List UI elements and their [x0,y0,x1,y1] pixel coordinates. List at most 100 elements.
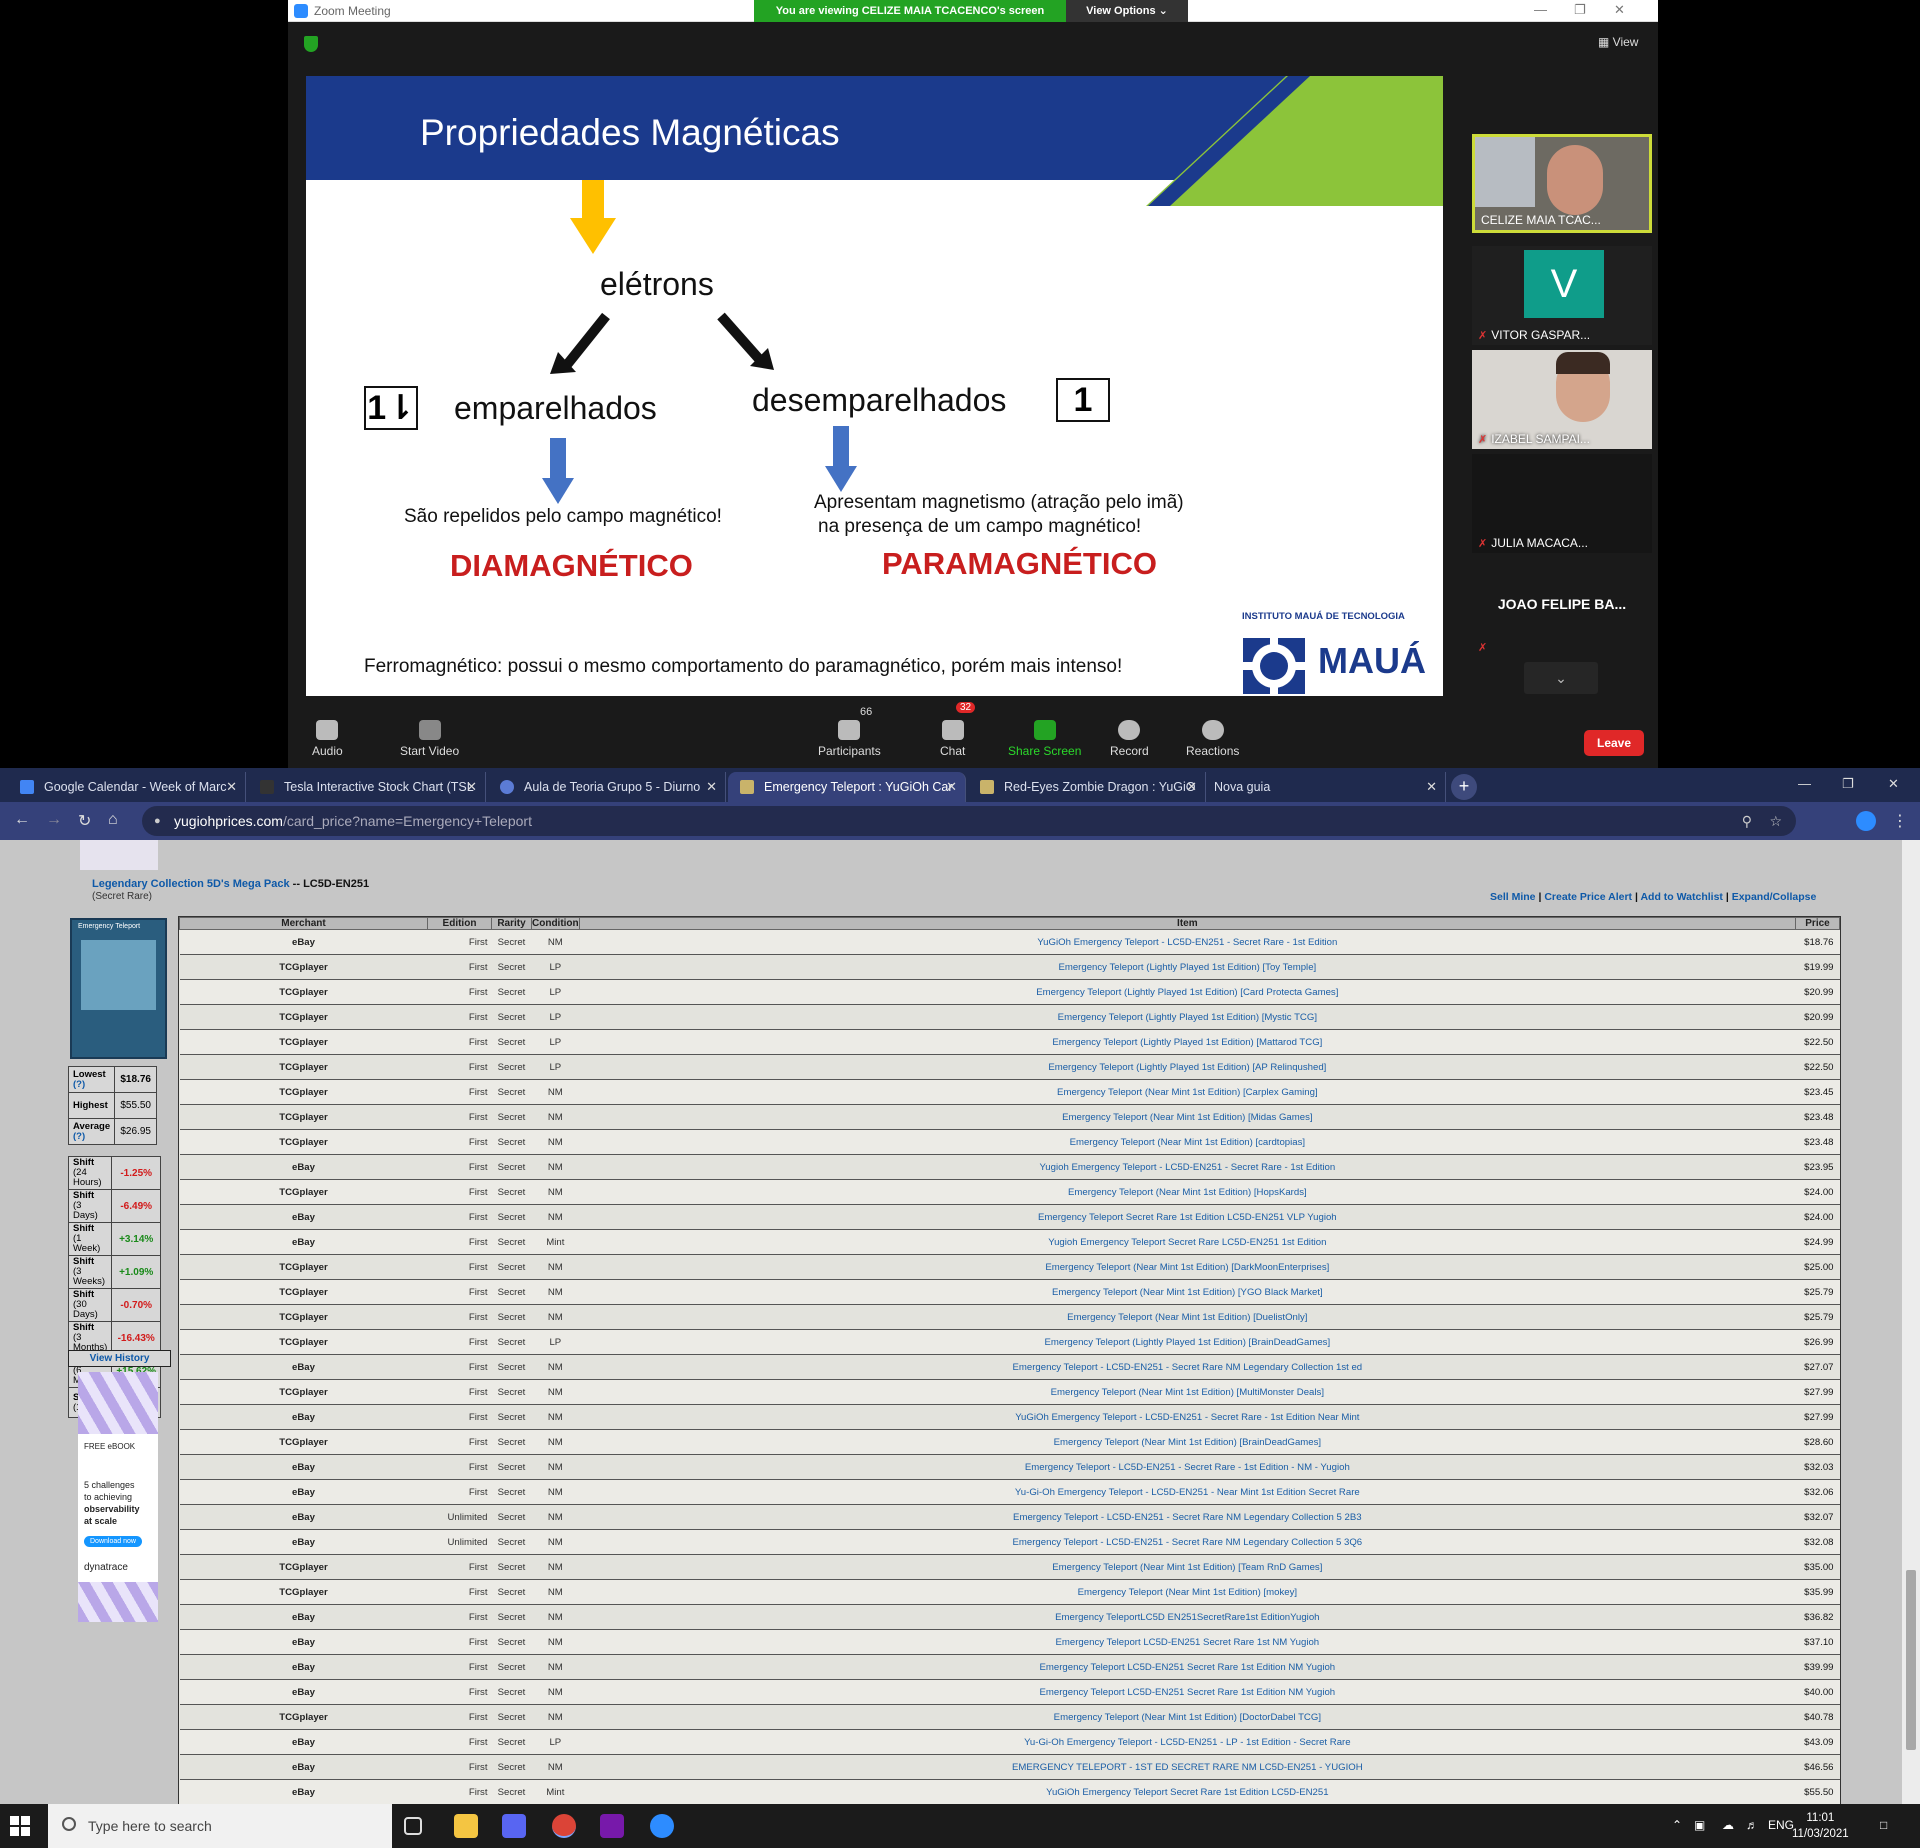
discord-icon[interactable] [502,1814,526,1838]
chrome-minimize-icon[interactable]: — [1798,776,1811,791]
participant-tile-active[interactable]: CELIZE MAIA TCAC... [1472,134,1652,233]
encryption-shield-icon[interactable] [304,36,318,52]
scroll-down-chevron-icon[interactable]: ⌄ [1524,662,1598,694]
profile-avatar[interactable] [1856,811,1876,831]
close-icon[interactable]: ✕ [1614,2,1625,18]
edition-header[interactable]: Edition [427,917,492,930]
merchant-header[interactable]: Merchant [179,917,428,930]
chat-button[interactable]: Chat [940,720,965,758]
item-link[interactable]: Emergency Teleport (Lightly Played 1st E… [579,979,1796,1005]
item-link[interactable]: Emergency Teleport (Near Mint 1st Editio… [579,1579,1796,1605]
forward-arrow-icon[interactable]: → [46,811,62,829]
reload-icon[interactable]: ↻ [78,811,91,831]
participant-tile[interactable]: V ✗ VITOR GASPAR... [1472,246,1652,345]
help-link[interactable]: (?) [73,1079,85,1090]
minimize-icon[interactable]: — [1534,2,1547,17]
item-link[interactable]: Emergency Teleport (Near Mint 1st Editio… [579,1429,1796,1455]
chrome-close-icon[interactable]: ✕ [1888,776,1899,792]
share-screen-button[interactable]: Share Screen [1008,720,1081,758]
expand-collapse-link[interactable]: Expand/Collapse [1732,891,1817,903]
reactions-button[interactable]: Reactions [1186,720,1239,758]
item-link[interactable]: Yu-Gi-Oh Emergency Teleport - LC5D-EN251… [579,1479,1796,1505]
zoom-magnifier-icon[interactable]: ⚲ [1742,806,1752,836]
audio-button[interactable]: Audio [312,720,343,758]
item-link[interactable]: Emergency Teleport (Near Mint 1st Editio… [579,1104,1796,1130]
tab-close-icon[interactable]: ✕ [1426,772,1437,802]
tab-google-calendar[interactable]: Google Calendar - Week of Marc ✕ [8,772,246,802]
item-link[interactable]: Yugioh Emergency Teleport Secret Rare LC… [579,1229,1796,1255]
item-link[interactable]: Yugioh Emergency Teleport - LC5D-EN251 -… [579,1154,1796,1180]
help-link[interactable]: (?) [73,1131,85,1142]
item-link[interactable]: YuGiOh Emergency Teleport - LC5D-EN251 -… [579,929,1796,955]
chrome-taskbar-icon[interactable] [552,1814,576,1838]
item-link[interactable]: Emergency Teleport (Near Mint 1st Editio… [579,1129,1796,1155]
participant-tile[interactable]: JOAO FELIPE BA... ✗ [1472,558,1652,657]
home-icon[interactable]: ⌂ [108,811,118,829]
pack-link[interactable]: Legendary Collection 5D's Mega Pack -- L… [92,878,369,890]
new-tab-plus-icon[interactable]: + [1451,774,1477,800]
chrome-restore-icon[interactable]: ❐ [1842,776,1854,792]
item-link[interactable]: Emergency TeleportLC5D EN251SecretRare1s… [579,1604,1796,1630]
tab-close-icon[interactable]: ✕ [1186,772,1197,802]
create-price-alert-link[interactable]: Create Price Alert [1544,891,1632,903]
item-link[interactable]: Emergency Teleport Secret Rare 1st Editi… [579,1204,1796,1230]
view-history-link[interactable]: View History [68,1350,171,1367]
price-header[interactable]: Price [1795,917,1840,930]
item-link[interactable]: YuGiOh Emergency Teleport Secret Rare 1s… [579,1779,1796,1804]
network-icon[interactable]: ▣ [1694,1818,1705,1832]
start-video-button[interactable]: Start Video [400,720,459,758]
item-link[interactable]: Emergency Teleport LC5D-EN251 Secret Rar… [579,1679,1796,1705]
ad-download-button[interactable]: Download now [84,1536,142,1547]
tab-aula-teoria[interactable]: Aula de Teoria Grupo 5 - Diurno ✕ [488,772,726,802]
bookmark-star-icon[interactable]: ☆ [1769,806,1782,836]
sell-mine-link[interactable]: Sell Mine [1490,891,1536,903]
item-link[interactable]: Emergency Teleport - LC5D-EN251 - Secret… [579,1529,1796,1555]
back-arrow-icon[interactable]: ← [14,811,30,829]
tray-chevron-icon[interactable]: ⌃ [1672,1818,1682,1832]
item-link[interactable]: Emergency Teleport (Near Mint 1st Editio… [579,1254,1796,1280]
leave-button[interactable]: Leave [1584,730,1644,756]
item-link[interactable]: Emergency Teleport (Lightly Played 1st E… [579,1329,1796,1355]
participants-button[interactable]: Participants [818,720,881,758]
add-to-watchlist-link[interactable]: Add to Watchlist [1640,891,1722,903]
scroll-thumb[interactable] [1906,1570,1916,1750]
item-link[interactable]: Yu-Gi-Oh Emergency Teleport - LC5D-EN251… [579,1729,1796,1755]
view-options-button[interactable]: View Options ⌄ [1066,0,1188,22]
participant-tile[interactable]: ✗ IZABEL SAMPAI... [1472,350,1652,449]
tab-close-icon[interactable]: ✕ [226,772,237,802]
ad-banner[interactable]: FREE eBOOK 5 challenges to achieving obs… [78,1372,158,1622]
volume-icon[interactable]: ♬ [1746,1818,1758,1832]
item-link[interactable]: Emergency Teleport (Near Mint 1st Editio… [579,1379,1796,1405]
task-view-icon[interactable] [404,1817,422,1835]
item-link[interactable]: Emergency Teleport - LC5D-EN251 - Secret… [579,1454,1796,1480]
pack-name[interactable]: Legendary Collection 5D's Mega Pack [92,878,290,890]
address-bar[interactable]: ● yugiohprices.com/card_price?name=Emerg… [142,806,1796,836]
page-scrollbar[interactable] [1902,840,1920,1804]
item-link[interactable]: Emergency Teleport (Lightly Played 1st E… [579,954,1796,980]
chrome-menu-icon[interactable]: ⋮ [1892,811,1908,831]
view-layout-button[interactable]: ▦ View [1598,35,1638,49]
item-link[interactable]: Emergency Teleport (Near Mint 1st Editio… [579,1304,1796,1330]
tab-nova-guia[interactable]: Nova guia ✕ [1208,772,1446,802]
tab-emergency-teleport[interactable]: Emergency Teleport : YuGiOh Car ✕ [728,772,966,802]
restore-icon[interactable]: ❐ [1574,2,1586,18]
item-link[interactable]: Emergency Teleport LC5D-EN251 Secret Rar… [579,1654,1796,1680]
file-explorer-icon[interactable] [454,1814,478,1838]
item-link[interactable]: Emergency Teleport (Near Mint 1st Editio… [579,1179,1796,1205]
onenote-icon[interactable] [600,1814,624,1838]
tab-red-eyes[interactable]: Red-Eyes Zombie Dragon : YuGiO ✕ [968,772,1206,802]
tab-tesla-chart[interactable]: Tesla Interactive Stock Chart (TSL ✕ [248,772,486,802]
item-header[interactable]: Item [578,917,1797,930]
item-link[interactable]: Emergency Teleport (Near Mint 1st Editio… [579,1279,1796,1305]
item-link[interactable]: Emergency Teleport LC5D-EN251 Secret Rar… [579,1629,1796,1655]
onedrive-icon[interactable]: ☁ [1722,1818,1734,1832]
condition-header[interactable]: Condition [531,917,580,930]
item-link[interactable]: YuGiOh Emergency Teleport - LC5D-EN251 -… [579,1404,1796,1430]
item-link[interactable]: Emergency Teleport (Near Mint 1st Editio… [579,1079,1796,1105]
clock[interactable]: 11:01 11/03/2021 [1792,1810,1849,1842]
item-link[interactable]: EMERGENCY TELEPORT - 1ST ED SECRET RARE … [579,1754,1796,1780]
record-button[interactable]: Record [1110,720,1149,758]
participant-tile[interactable]: ✗ JULIA MACACA... [1472,454,1652,553]
item-link[interactable]: Emergency Teleport (Lightly Played 1st E… [579,1004,1796,1030]
item-link[interactable]: Emergency Teleport (Lightly Played 1st E… [579,1054,1796,1080]
